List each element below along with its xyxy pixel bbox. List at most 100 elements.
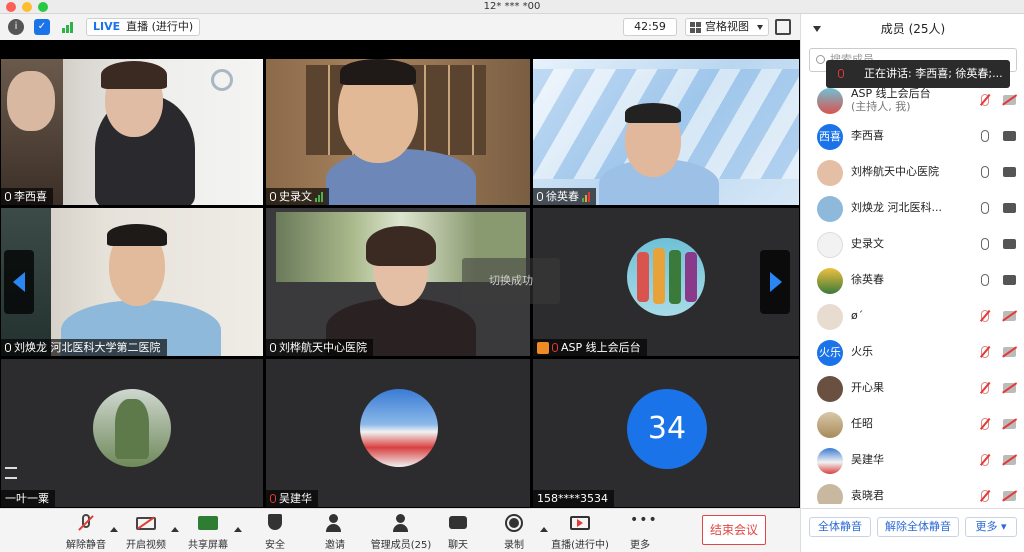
camera-icon[interactable] bbox=[1003, 275, 1016, 285]
mic-icon[interactable] bbox=[981, 274, 989, 286]
shield-icon[interactable]: ✓ bbox=[34, 19, 50, 35]
more-options-button[interactable]: 更多 ▾ bbox=[965, 517, 1017, 537]
next-page-arrow-icon[interactable] bbox=[760, 250, 790, 314]
participant-name-tag: 徐英春 bbox=[533, 188, 596, 205]
camera-icon[interactable] bbox=[1003, 131, 1016, 141]
avatar: 西喜 bbox=[817, 124, 843, 150]
menu-icon[interactable] bbox=[5, 467, 17, 479]
participant-name-tag: 刘焕龙 河北医科大学第二医院 bbox=[1, 339, 167, 356]
participant-name-tag: ASP 线上会后台 bbox=[533, 339, 647, 356]
mic-icon bbox=[838, 69, 844, 78]
unmute-all-button[interactable]: 解除全体静音 bbox=[877, 517, 959, 537]
participant-row[interactable]: 开心果 bbox=[801, 370, 1024, 406]
camera-icon[interactable] bbox=[1003, 239, 1016, 249]
mic-muted-icon[interactable] bbox=[981, 346, 989, 358]
meeting-topbar: i ✓ LIVE 直播 (进行中) 42:59 宫格视图 bbox=[0, 14, 800, 40]
previous-page-arrow-icon[interactable] bbox=[4, 250, 34, 314]
mic-muted-icon[interactable] bbox=[981, 94, 989, 106]
avatar bbox=[93, 389, 171, 467]
info-icon[interactable]: i bbox=[8, 19, 24, 35]
speaking-indicator-tooltip: 正在讲话: 李西喜; 徐英春;... bbox=[826, 60, 1010, 88]
participant-row[interactable]: 吴建华 bbox=[801, 442, 1024, 478]
camera-off-icon[interactable] bbox=[1003, 347, 1016, 357]
audio-level-icon bbox=[315, 191, 323, 202]
invite-button[interactable]: 邀请 bbox=[303, 511, 367, 551]
avatar bbox=[360, 389, 438, 467]
start-video-button[interactable]: 开启视频 bbox=[114, 511, 178, 551]
participant-row[interactable]: 徐英春 bbox=[801, 262, 1024, 298]
camera-off-icon[interactable] bbox=[1003, 419, 1016, 429]
camera-icon[interactable] bbox=[1003, 203, 1016, 213]
security-button[interactable]: 安全 bbox=[243, 511, 307, 551]
mic-icon bbox=[270, 192, 276, 201]
mic-icon[interactable] bbox=[981, 130, 989, 142]
video-tile[interactable]: 34 158****3534 bbox=[532, 358, 800, 508]
participant-name-tag: 史录文 bbox=[266, 188, 329, 205]
add-person-icon bbox=[325, 513, 345, 533]
participant-row[interactable]: 任昭 bbox=[801, 406, 1024, 442]
mic-muted-icon[interactable] bbox=[981, 310, 989, 322]
mic-muted-icon bbox=[552, 343, 558, 352]
mic-icon bbox=[5, 343, 11, 352]
view-mode-button[interactable]: 宫格视图 bbox=[685, 18, 769, 36]
avatar bbox=[627, 238, 705, 316]
mic-muted-icon[interactable] bbox=[981, 418, 989, 430]
video-tile[interactable]: 徐英春 bbox=[532, 58, 800, 206]
camera-icon[interactable] bbox=[1003, 167, 1016, 177]
camera-off-icon[interactable] bbox=[1003, 95, 1016, 105]
mic-icon[interactable] bbox=[981, 238, 989, 250]
record-button[interactable]: 录制 bbox=[482, 511, 546, 551]
video-tile[interactable]: 刘焕龙 河北医科大学第二医院 bbox=[0, 207, 264, 357]
panel-header: 成员 (25人) bbox=[801, 14, 1024, 44]
share-screen-button[interactable]: 共享屏幕 bbox=[176, 511, 240, 551]
mic-muted-icon[interactable] bbox=[981, 382, 989, 394]
chevron-up-icon[interactable] bbox=[234, 527, 242, 532]
person-icon bbox=[537, 341, 549, 354]
participant-row[interactable]: 西喜 李西喜 bbox=[801, 118, 1024, 154]
mic-icon[interactable] bbox=[981, 202, 989, 214]
chat-button[interactable]: 聊天 bbox=[426, 511, 490, 551]
mic-muted-icon[interactable] bbox=[981, 454, 989, 466]
participant-row[interactable]: ø´ bbox=[801, 298, 1024, 334]
participant-name-tag: 158****3534 bbox=[533, 490, 614, 507]
live-status-button[interactable]: LIVE 直播 (进行中) bbox=[86, 18, 201, 36]
participant-name-tag: 吴建华 bbox=[266, 490, 318, 507]
video-tile[interactable]: 史录文 bbox=[265, 58, 531, 206]
avatar bbox=[817, 484, 843, 504]
unmute-button[interactable]: 解除静音 bbox=[54, 511, 118, 551]
avatar bbox=[817, 88, 843, 114]
video-tile[interactable]: 一叶一粟 bbox=[0, 358, 264, 508]
participant-row[interactable]: 袁晓君 bbox=[801, 478, 1024, 504]
avatar bbox=[817, 412, 843, 438]
avatar bbox=[817, 232, 843, 258]
camera-off-icon[interactable] bbox=[1003, 491, 1016, 501]
participant-name-tag: 李西喜 bbox=[1, 188, 53, 205]
signal-icon[interactable] bbox=[60, 19, 76, 35]
camera-off-icon[interactable] bbox=[1003, 383, 1016, 393]
people-icon bbox=[391, 513, 411, 533]
more-button[interactable]: ••• 更多 bbox=[608, 511, 672, 551]
participant-row[interactable]: 史录文 bbox=[801, 226, 1024, 262]
window-titlebar: 12* *** *00 bbox=[0, 0, 1024, 14]
participant-row[interactable]: 刘焕龙 河北医科... bbox=[801, 190, 1024, 226]
camera-off-icon[interactable] bbox=[1003, 455, 1016, 465]
fullscreen-icon[interactable] bbox=[775, 19, 791, 35]
collapse-icon[interactable] bbox=[813, 26, 821, 32]
video-gallery: 李西喜 史录文 徐英春 刘焕龙 河北医科大学第二医院 刘桦航天中心医院 ASP … bbox=[0, 40, 800, 508]
window-title: 12* *** *00 bbox=[483, 1, 541, 12]
video-tile[interactable]: 吴建华 bbox=[265, 358, 531, 508]
end-meeting-button[interactable]: 结束会议 bbox=[702, 515, 766, 545]
participant-name-tag: 一叶一粟 bbox=[1, 490, 55, 507]
chevron-up-icon[interactable] bbox=[540, 527, 548, 532]
live-stream-button[interactable]: 直播(进行中) bbox=[548, 511, 612, 551]
video-tile[interactable]: 李西喜 bbox=[0, 58, 264, 206]
participant-row[interactable]: 火乐 火乐 bbox=[801, 334, 1024, 370]
avatar bbox=[817, 268, 843, 294]
camera-off-icon[interactable] bbox=[1003, 311, 1016, 321]
mic-muted-icon[interactable] bbox=[981, 490, 989, 502]
mic-icon[interactable] bbox=[981, 166, 989, 178]
mic-icon bbox=[537, 192, 543, 201]
participant-row[interactable]: 刘桦航天中心医院 bbox=[801, 154, 1024, 190]
mute-all-button[interactable]: 全体静音 bbox=[809, 517, 871, 537]
participants-panel: 成员 (25人) 搜索成员 ASP 线上会后台(主持人, 我) 西喜 李西喜 刘… bbox=[800, 14, 1024, 552]
